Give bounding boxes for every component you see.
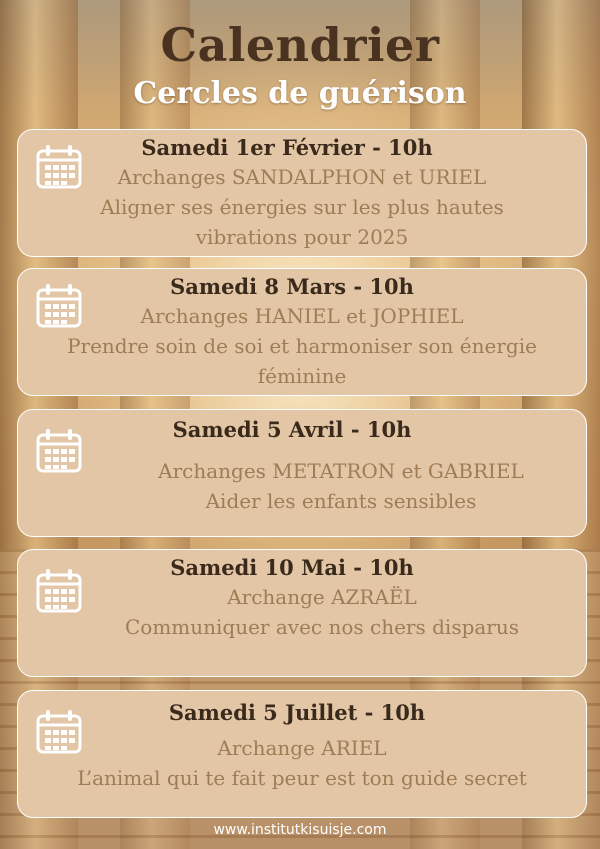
event-date: Samedi 1er Février - 10h [141, 135, 433, 160]
event-card-2: Samedi 8 Mars - 10h Archanges HANIEL et … [17, 268, 587, 396]
event-date: Samedi 8 Mars - 10h [170, 274, 414, 299]
event-card-3: Samedi 5 Avril - 10h Archanges METATRON … [17, 409, 587, 537]
event-archangels: Archanges HANIEL et JOPHIEL [140, 304, 464, 328]
page-subtitle: Cercles de guérison [133, 76, 467, 111]
event-theme: Aligner ses énergies sur les plus hautes [100, 195, 504, 219]
event-theme: Prendre soin de soi et harmoniser son én… [67, 334, 537, 358]
event-card-1: Samedi 1er Février - 10h Archanges SANDA… [17, 129, 587, 257]
event-archangels: Archanges METATRON et GABRIEL [158, 459, 524, 483]
event-theme: Communiquer avec nos chers disparus [124, 615, 520, 639]
event-date: Samedi 5 Juillet - 10h [168, 700, 426, 725]
event-theme: vibrations pour 2025 [195, 225, 409, 249]
event-date: Samedi 10 Mai - 10h [170, 555, 414, 580]
event-archangels: Archange AZRAËL [227, 585, 417, 609]
event-theme: Aider les enfants sensibles [205, 489, 477, 513]
event-theme: féminine [257, 364, 347, 388]
event-theme: L’animal qui te fait peur est ton guide … [77, 766, 527, 790]
event-date: Samedi 5 Avril - 10h [172, 417, 412, 442]
page-title: Calendrier [160, 18, 440, 72]
website-link[interactable]: www.institutkisuisje.com [0, 822, 600, 838]
event-archangels: Archange ARIEL [217, 736, 387, 760]
event-archangels: Archanges SANDALPHON et URIEL [117, 165, 487, 189]
event-card-4: Samedi 10 Mai - 10h Archange AZRAËL Comm… [17, 549, 587, 677]
event-card-5: Samedi 5 Juillet - 10h Archange ARIEL L’… [17, 690, 587, 818]
